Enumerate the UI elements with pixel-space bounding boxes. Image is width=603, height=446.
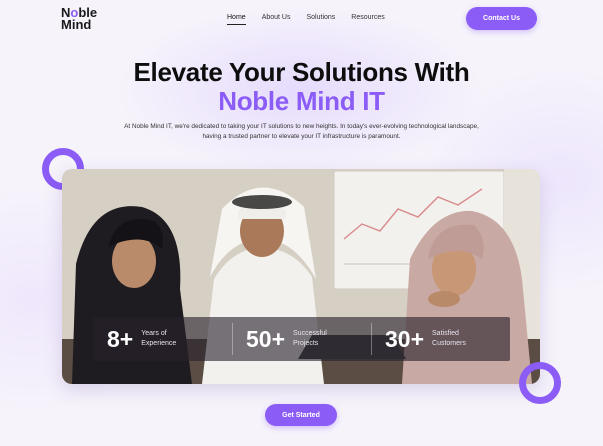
logo-line2: Mind [61,17,92,32]
stat-label: Successful Projects [293,330,327,347]
stat-customers: 30+ Satisfied Customers [371,317,510,361]
nav-item-home[interactable]: Home [227,14,246,25]
nav-item-about-us[interactable]: About Us [262,14,291,25]
contact-us-button[interactable]: Contact Us [466,7,537,30]
team-photo-card: 8+ Years of Experience 50+ Successful Pr… [62,169,540,384]
stat-experience: 8+ Years of Experience [93,317,232,361]
stats-bar: 8+ Years of Experience 50+ Successful Pr… [93,317,510,361]
nav-links: Home About Us Solutions Resources [227,14,401,25]
get-started-button[interactable]: Get Started [265,404,337,426]
hero-title-line1: Elevate Your Solutions With [133,57,470,87]
stat-label: Satisfied Customers [432,330,466,347]
nav-item-resources[interactable]: Resources [351,14,384,25]
stat-value: 50+ [246,325,286,352]
stat-label: Years of Experience [141,330,177,347]
top-navigation: Noble Mind Home About Us Solutions Resou… [0,0,603,40]
hero-title-line2: Noble Mind IT [218,86,385,116]
hero-description: At Noble Mind IT, we're dedicated to tak… [124,123,479,140]
logo[interactable]: Noble Mind [61,6,97,32]
nav-item-solutions[interactable]: Solutions [306,14,335,25]
stat-value: 30+ [385,325,425,352]
decorative-ring-right [519,362,561,404]
stat-value: 8+ [107,325,134,352]
stat-projects: 50+ Successful Projects [232,317,371,361]
